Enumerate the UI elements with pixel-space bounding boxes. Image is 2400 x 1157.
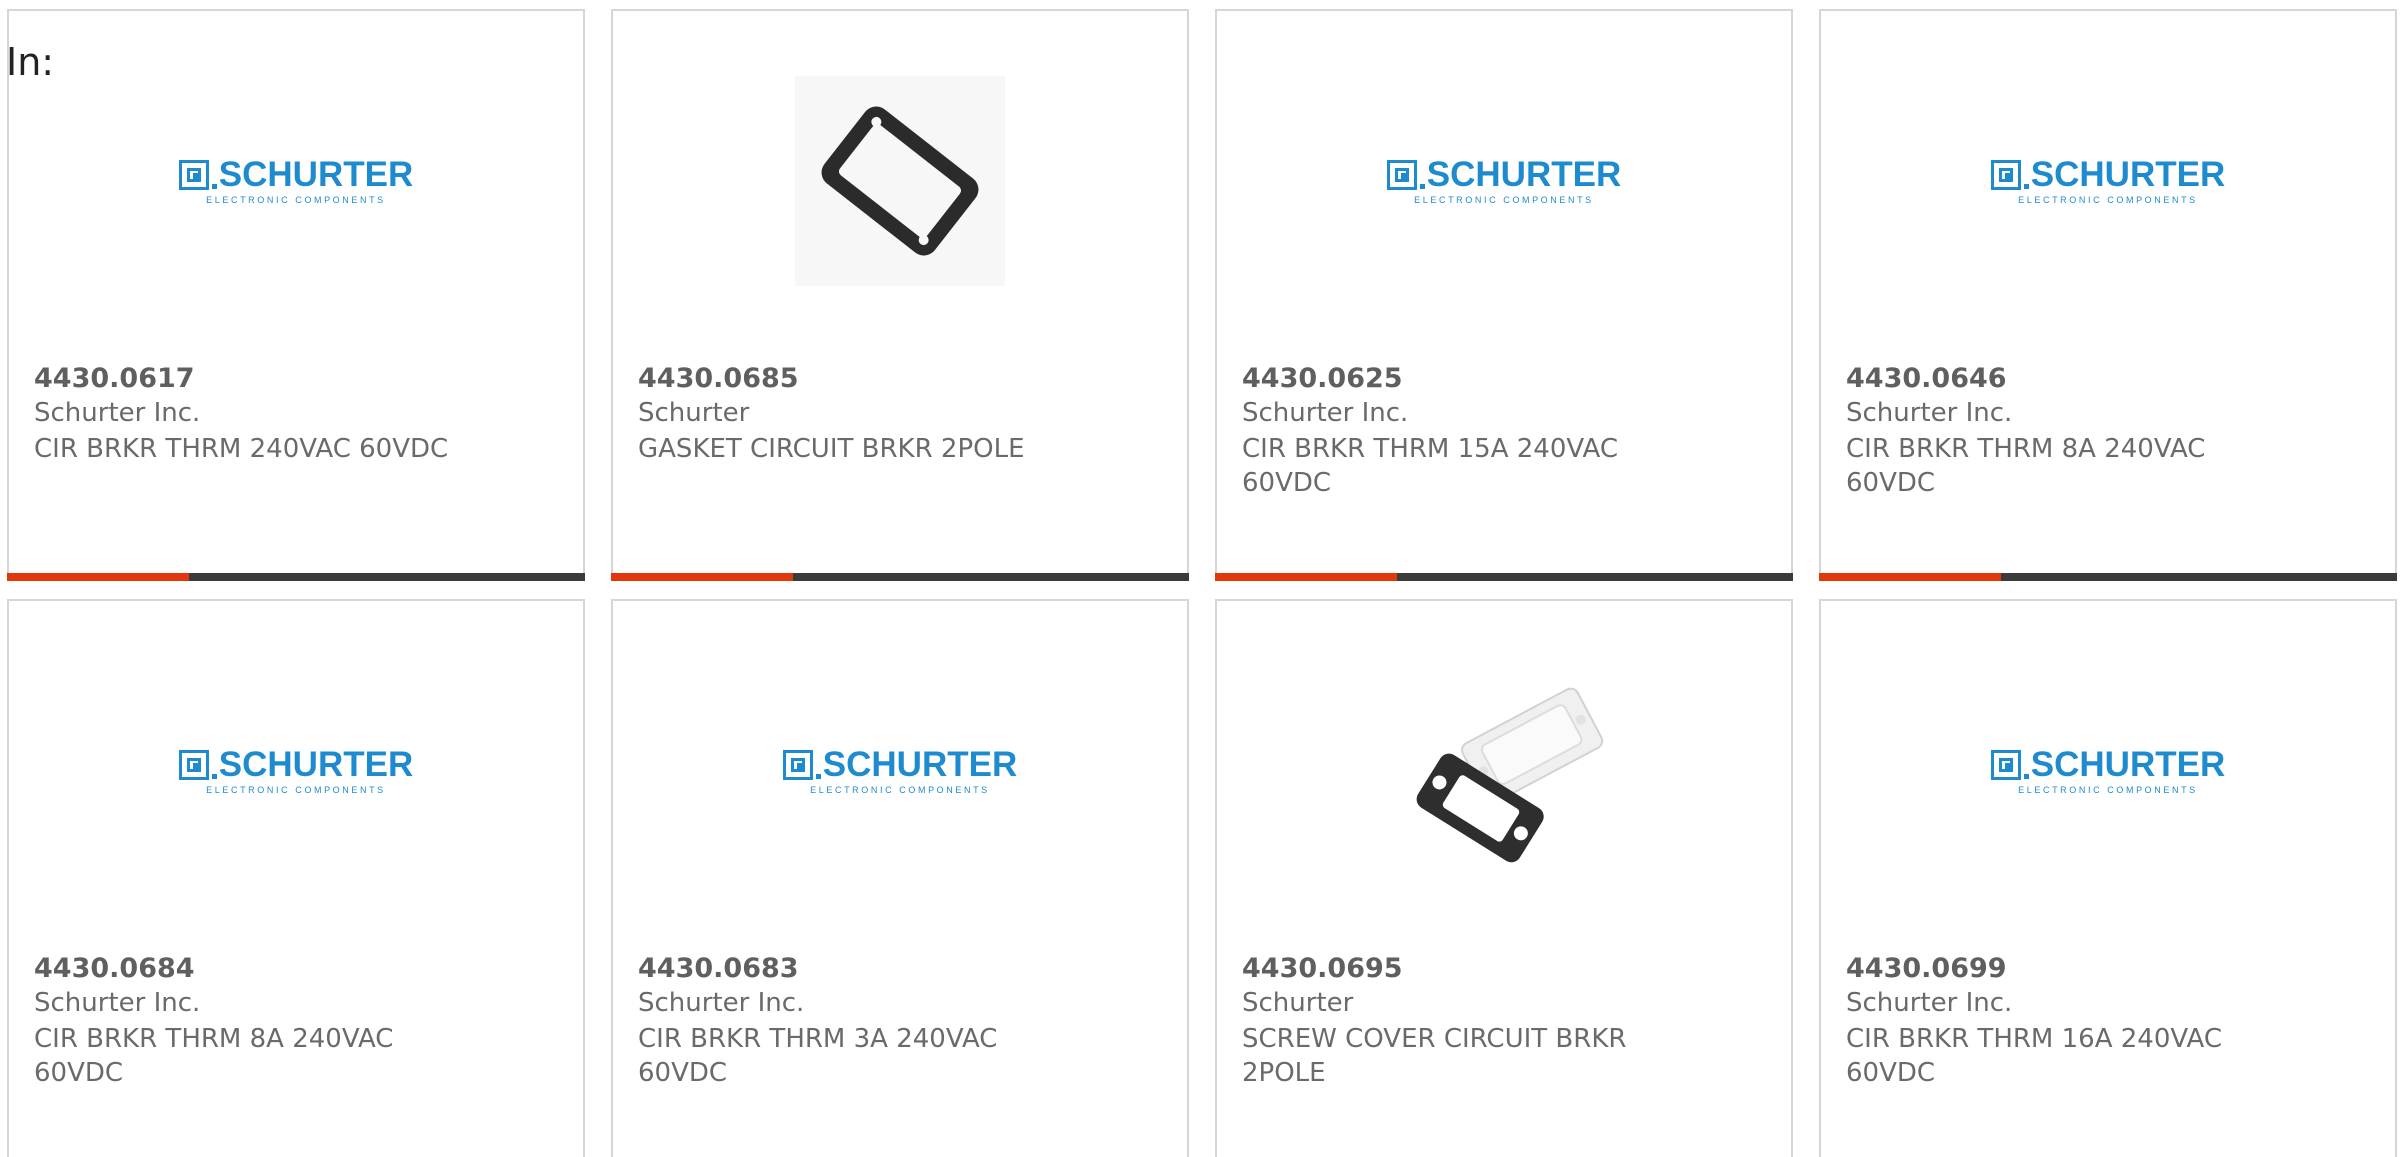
- manufacturer: Schurter: [1242, 988, 1354, 1018]
- schurter-mark-icon: [1990, 159, 2021, 190]
- filter-in-label: In:: [6, 40, 55, 84]
- manufacturer: Schurter Inc.: [34, 398, 201, 428]
- manufacturer: Schurter Inc.: [34, 988, 201, 1018]
- product-card[interactable]: SCHURTER ELECTRONIC COMPONENTS 4430.0617…: [7, 9, 585, 581]
- product-image: SCHURTER ELECTRONIC COMPONENTS: [1821, 661, 2395, 881]
- schurter-logo: SCHURTER ELECTRONIC COMPONENTS: [178, 157, 413, 205]
- description: CIR BRKR THRM 15A 240VAC 60VDC: [1242, 434, 1618, 498]
- description: CIR BRKR THRM 8A 240VAC 60VDC: [1846, 434, 2206, 498]
- manufacturer: Schurter Inc.: [638, 988, 805, 1018]
- description: CIR BRKR THRM 8A 240VAC 60VDC: [34, 1024, 394, 1088]
- description: CIR BRKR THRM 16A 240VAC 60VDC: [1846, 1024, 2222, 1088]
- schurter-mark-icon: [178, 159, 209, 190]
- product-image: SCHURTER ELECTRONIC COMPONENTS: [613, 661, 1187, 881]
- part-number[interactable]: 4430.0695: [1242, 953, 1403, 984]
- product-image: SCHURTER ELECTRONIC COMPONENTS: [1821, 71, 2395, 291]
- product-image: SCHURTER ELECTRONIC COMPONENTS: [9, 661, 583, 881]
- description: SCREW COVER CIRCUIT BRKR 2POLE: [1242, 1024, 1627, 1088]
- screw-cover-photo: [1399, 666, 1609, 876]
- part-number[interactable]: 4430.0625: [1242, 363, 1403, 394]
- card-bar: [1819, 573, 2397, 581]
- manufacturer: Schurter: [638, 398, 750, 428]
- schurter-logo: SCHURTER ELECTRONIC COMPONENTS: [178, 747, 413, 795]
- card-bar: [611, 573, 1189, 581]
- product-image: SCHURTER ELECTRONIC COMPONENTS: [9, 71, 583, 291]
- product-card[interactable]: SCHURTER ELECTRONIC COMPONENTS 4430.0646…: [1819, 9, 2397, 581]
- part-number[interactable]: 4430.0684: [34, 953, 195, 984]
- description: GASKET CIRCUIT BRKR 2POLE: [638, 434, 1025, 464]
- product-image: [1217, 661, 1791, 881]
- schurter-logo: SCHURTER ELECTRONIC COMPONENTS: [1990, 747, 2225, 795]
- product-card[interactable]: SCHURTER ELECTRONIC COMPONENTS 4430.0684…: [7, 599, 585, 1157]
- schurter-mark-icon: [1990, 749, 2021, 780]
- product-image: SCHURTER ELECTRONIC COMPONENTS: [1217, 71, 1791, 291]
- part-number[interactable]: 4430.0685: [638, 363, 799, 394]
- product-card[interactable]: SCHURTER ELECTRONIC COMPONENTS 4430.0683…: [611, 599, 1189, 1157]
- card-bar: [1215, 573, 1793, 581]
- part-number[interactable]: 4430.0617: [34, 363, 195, 394]
- card-bar: [7, 573, 585, 581]
- product-image: [613, 71, 1187, 291]
- manufacturer: Schurter Inc.: [1242, 398, 1409, 428]
- manufacturer: Schurter Inc.: [1846, 988, 2013, 1018]
- schurter-mark-icon: [178, 749, 209, 780]
- part-number[interactable]: 4430.0699: [1846, 953, 2007, 984]
- schurter-logo: SCHURTER ELECTRONIC COMPONENTS: [1386, 157, 1621, 205]
- part-number[interactable]: 4430.0683: [638, 953, 799, 984]
- schurter-mark-icon: [1386, 159, 1417, 190]
- schurter-mark-icon: [782, 749, 813, 780]
- description: CIR BRKR THRM 3A 240VAC 60VDC: [638, 1024, 998, 1088]
- product-card[interactable]: SCHURTER ELECTRONIC COMPONENTS 4430.0625…: [1215, 9, 1793, 581]
- schurter-logo: SCHURTER ELECTRONIC COMPONENTS: [1990, 157, 2225, 205]
- gasket-photo: [795, 76, 1005, 286]
- product-card[interactable]: 4430.0695 Schurter SCREW COVER CIRCUIT B…: [1215, 599, 1793, 1157]
- description: CIR BRKR THRM 240VAC 60VDC: [34, 434, 449, 464]
- manufacturer: Schurter Inc.: [1846, 398, 2013, 428]
- product-card[interactable]: SCHURTER ELECTRONIC COMPONENTS 4430.0699…: [1819, 599, 2397, 1157]
- schurter-logo: SCHURTER ELECTRONIC COMPONENTS: [782, 747, 1017, 795]
- part-number[interactable]: 4430.0646: [1846, 363, 2007, 394]
- product-card[interactable]: 4430.0685 Schurter GASKET CIRCUIT BRKR 2…: [611, 9, 1189, 581]
